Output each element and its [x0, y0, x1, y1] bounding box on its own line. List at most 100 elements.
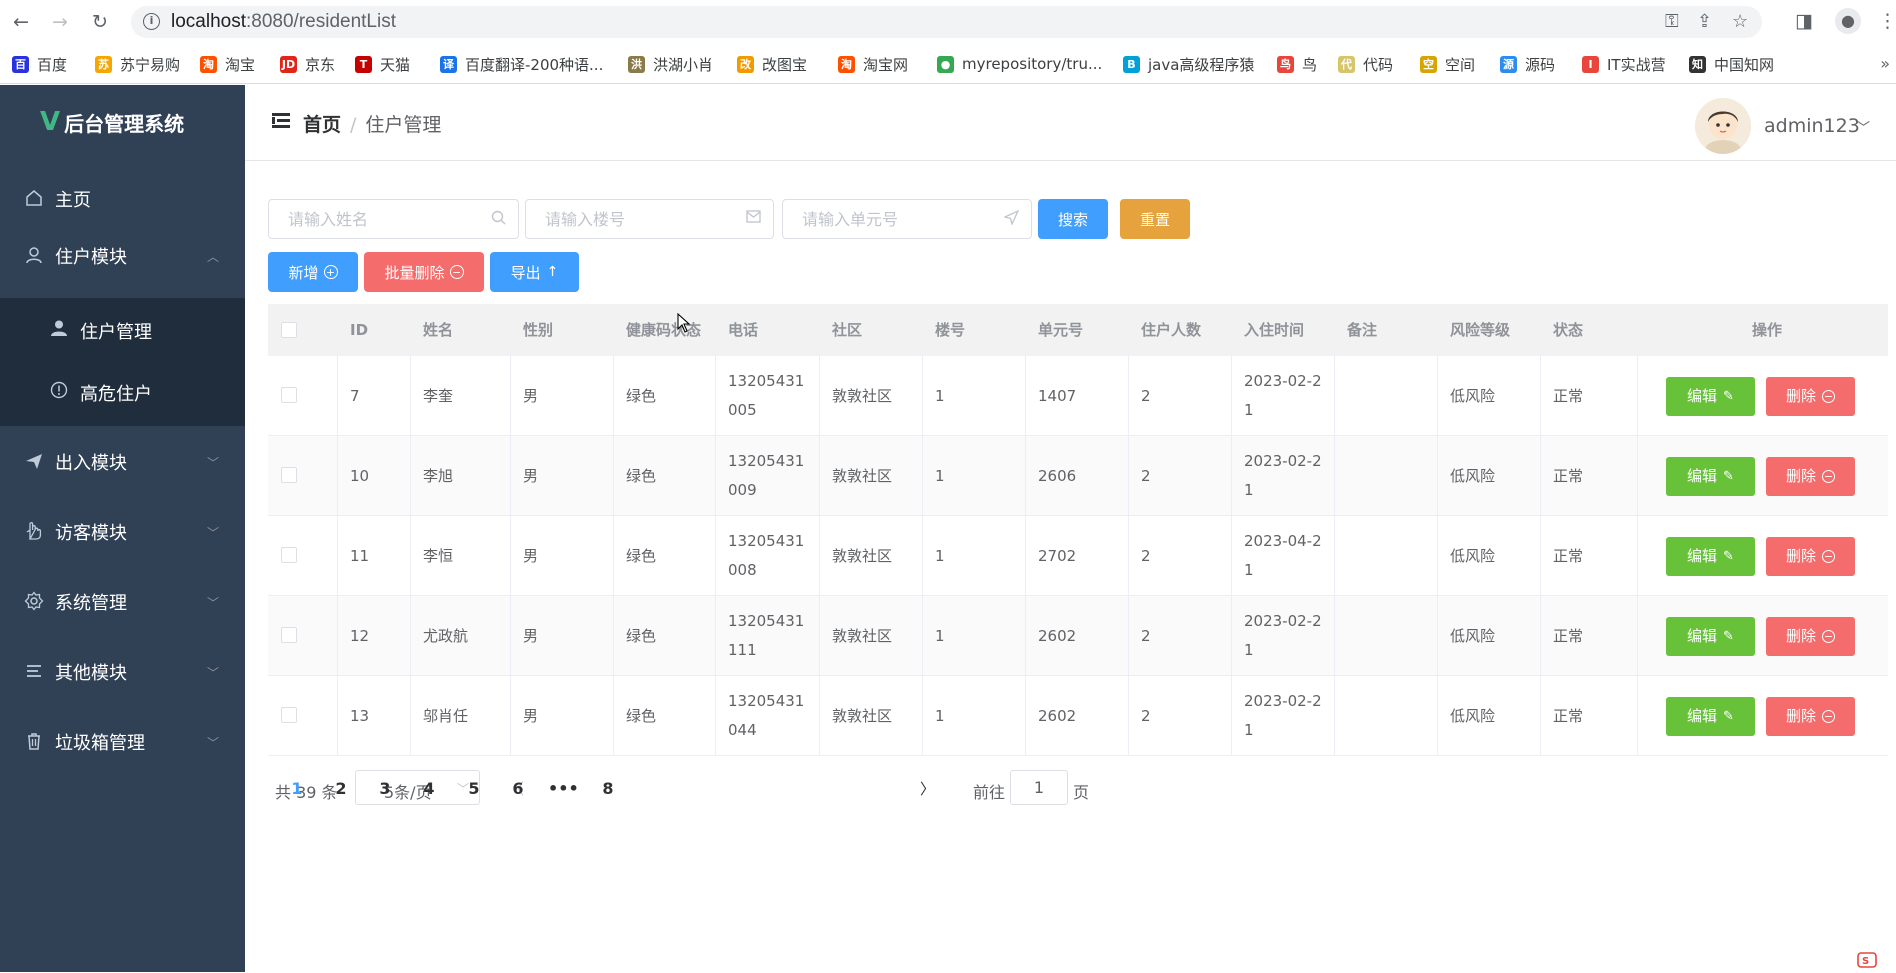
url-text[interactable]: localhost:8080/residentList — [171, 11, 396, 33]
bookmark-item[interactable]: 洪洪湖小肖 — [628, 53, 713, 75]
bookmark-item[interactable]: 空空间 — [1420, 53, 1475, 75]
bookmark-item[interactable]: 淘淘宝网 — [838, 53, 908, 75]
search-button-label: 搜索 — [1057, 210, 1088, 229]
share-icon[interactable]: ⇪ — [1697, 11, 1712, 32]
add-button[interactable]: 新增 + — [268, 252, 358, 292]
chevron-up-icon: ︿ — [206, 249, 219, 264]
goto-page-input[interactable]: 1 — [1010, 770, 1068, 805]
bookmark-item[interactable]: 百百度 — [12, 53, 67, 75]
cell-text: 李奎 — [423, 386, 454, 405]
profile-icon[interactable]: ● — [1835, 8, 1861, 34]
back-icon[interactable]: ← — [10, 11, 32, 33]
page-number[interactable]: 8 — [593, 779, 623, 798]
sidebar-item-access-module[interactable]: 出入模块 ﹀ — [0, 434, 245, 490]
bookmark-item[interactable]: I IT实战营 — [1582, 53, 1666, 75]
bookmark-item[interactable]: ● myrepository/tru... — [937, 53, 1102, 75]
edit-button[interactable]: 编辑 ✎ — [1666, 617, 1755, 656]
baidu-translate-icon: 译 — [440, 55, 457, 73]
name-search-input[interactable] — [269, 200, 518, 238]
cell-text: 李恒 — [423, 546, 454, 565]
bookmark-item[interactable]: 源源码 — [1500, 53, 1555, 75]
unit-search-field[interactable] — [782, 199, 1032, 239]
cell-text: 13 — [350, 706, 370, 725]
sidebar-item-high-risk[interactable]: 高危住户 — [0, 364, 245, 420]
app-logo[interactable]: V 后台管理系统 — [40, 107, 184, 137]
page-number[interactable]: 2 — [326, 779, 356, 798]
edit-button[interactable]: 编辑 ✎ — [1666, 457, 1755, 496]
unit-search-input[interactable] — [783, 200, 1031, 238]
side-panel-icon[interactable]: ◨ — [1795, 10, 1813, 32]
building-search-field[interactable] — [525, 199, 774, 239]
page-number[interactable]: 3 — [370, 779, 400, 798]
column-header: 单元号 — [1038, 321, 1084, 339]
sidebar-item-system[interactable]: 系统管理 ﹀ — [0, 574, 245, 630]
export-button[interactable]: 导出 ↑ — [490, 252, 579, 292]
sidebar-item-resident-manage[interactable]: 住户管理 — [0, 302, 245, 358]
edit-icon: ✎ — [1723, 549, 1734, 564]
cell-text: 2023-02-21 — [1244, 612, 1322, 659]
row-checkbox[interactable] — [281, 627, 297, 643]
select-all-checkbox[interactable] — [281, 322, 297, 338]
row-checkbox[interactable] — [281, 387, 297, 403]
page-number[interactable]: 1 — [282, 779, 312, 798]
row-checkbox[interactable] — [281, 547, 297, 563]
delete-button[interactable]: 删除 − — [1766, 617, 1855, 656]
cell-status: 正常 — [1541, 436, 1638, 516]
sidebar-item-trash[interactable]: 垃圾箱管理 ﹀ — [0, 714, 245, 770]
row-checkbox[interactable] — [281, 467, 297, 483]
bookmark-item[interactable]: JD 京东 — [280, 53, 335, 75]
page-number[interactable]: 6 — [503, 779, 533, 798]
edit-button[interactable]: 编辑 ✎ — [1666, 697, 1755, 736]
bookmark-item[interactable]: 苏苏宁易购 — [95, 53, 180, 75]
sidebar-item-resident-module[interactable]: 住户模块 ︿ — [0, 228, 245, 284]
username[interactable]: admin123 — [1764, 115, 1860, 137]
cell-building: 1 — [923, 356, 1026, 436]
jd-icon: JD — [280, 55, 297, 73]
breadcrumb-home[interactable]: 首页 — [303, 114, 341, 136]
batch-delete-button[interactable]: 批量删除 − — [364, 252, 484, 292]
it-icon: I — [1582, 55, 1599, 73]
bookmark-star-icon[interactable]: ☆ — [1732, 11, 1748, 32]
delete-button[interactable]: 删除 − — [1766, 697, 1855, 736]
building-search-input[interactable] — [526, 200, 773, 238]
name-search-field[interactable] — [268, 199, 519, 239]
page-number[interactable]: 5 — [459, 779, 489, 798]
next-page-icon[interactable]: 〉 — [920, 778, 935, 799]
bookmark-item[interactable]: 淘淘宝 — [200, 53, 255, 75]
key-icon[interactable]: ⚿ — [1665, 11, 1679, 32]
row-checkbox[interactable] — [281, 707, 297, 723]
address-bar[interactable]: i localhost:8080/residentList ⚿ ⇪ ☆ — [131, 6, 1762, 38]
bookmark-item[interactable]: 改改图宝 — [737, 53, 807, 75]
search-button[interactable]: 搜索 — [1038, 199, 1108, 239]
cell-text: 低风险 — [1450, 386, 1496, 405]
collapse-menu-icon[interactable] — [272, 113, 290, 129]
gaitubao-icon: 改 — [737, 55, 754, 73]
bookmark-item[interactable]: Bjava高级程序猿 — [1123, 53, 1254, 75]
reset-button[interactable]: 重置 — [1120, 199, 1190, 239]
bookmark-item[interactable]: T 天猫 — [355, 53, 410, 75]
sidebar-item-visitor-module[interactable]: 访客模块 ﹀ — [0, 504, 245, 560]
bookmark-item[interactable]: 代代码 — [1338, 53, 1393, 75]
bookmark-label: 改图宝 — [762, 55, 808, 74]
bookmark-item[interactable]: 鸟鸟 — [1277, 53, 1317, 75]
edit-button[interactable]: 编辑 ✎ — [1666, 537, 1755, 576]
avatar[interactable] — [1695, 98, 1751, 154]
remove-outline-icon: − — [1822, 469, 1835, 483]
more-menu-icon[interactable]: ⋮ — [1878, 10, 1896, 32]
delete-button[interactable]: 删除 − — [1766, 537, 1855, 576]
delete-button[interactable]: 删除 − — [1766, 457, 1855, 496]
chevron-down-icon[interactable]: ﹀ — [1857, 117, 1870, 136]
more-pages-icon[interactable]: ••• — [548, 779, 579, 798]
reload-icon[interactable]: ↻ — [89, 11, 111, 33]
bookmark-item[interactable]: 知中国知网 — [1689, 53, 1774, 75]
cell-actions: 编辑 ✎ 删除 − — [1638, 516, 1888, 596]
edit-button[interactable]: 编辑 ✎ — [1666, 377, 1755, 416]
delete-button[interactable]: 删除 − — [1766, 377, 1855, 416]
bookmark-item[interactable]: 译百度翻译-200种语... — [440, 53, 603, 75]
more-bookmarks-icon[interactable]: » — [1880, 54, 1890, 73]
sidebar-item-home[interactable]: 主页 — [0, 171, 245, 227]
page-number[interactable]: 4 — [414, 779, 444, 798]
sidebar-item-other[interactable]: 其他模块 ﹀ — [0, 644, 245, 700]
forward-icon[interactable]: → — [49, 11, 71, 33]
site-info-icon[interactable]: i — [143, 13, 160, 30]
